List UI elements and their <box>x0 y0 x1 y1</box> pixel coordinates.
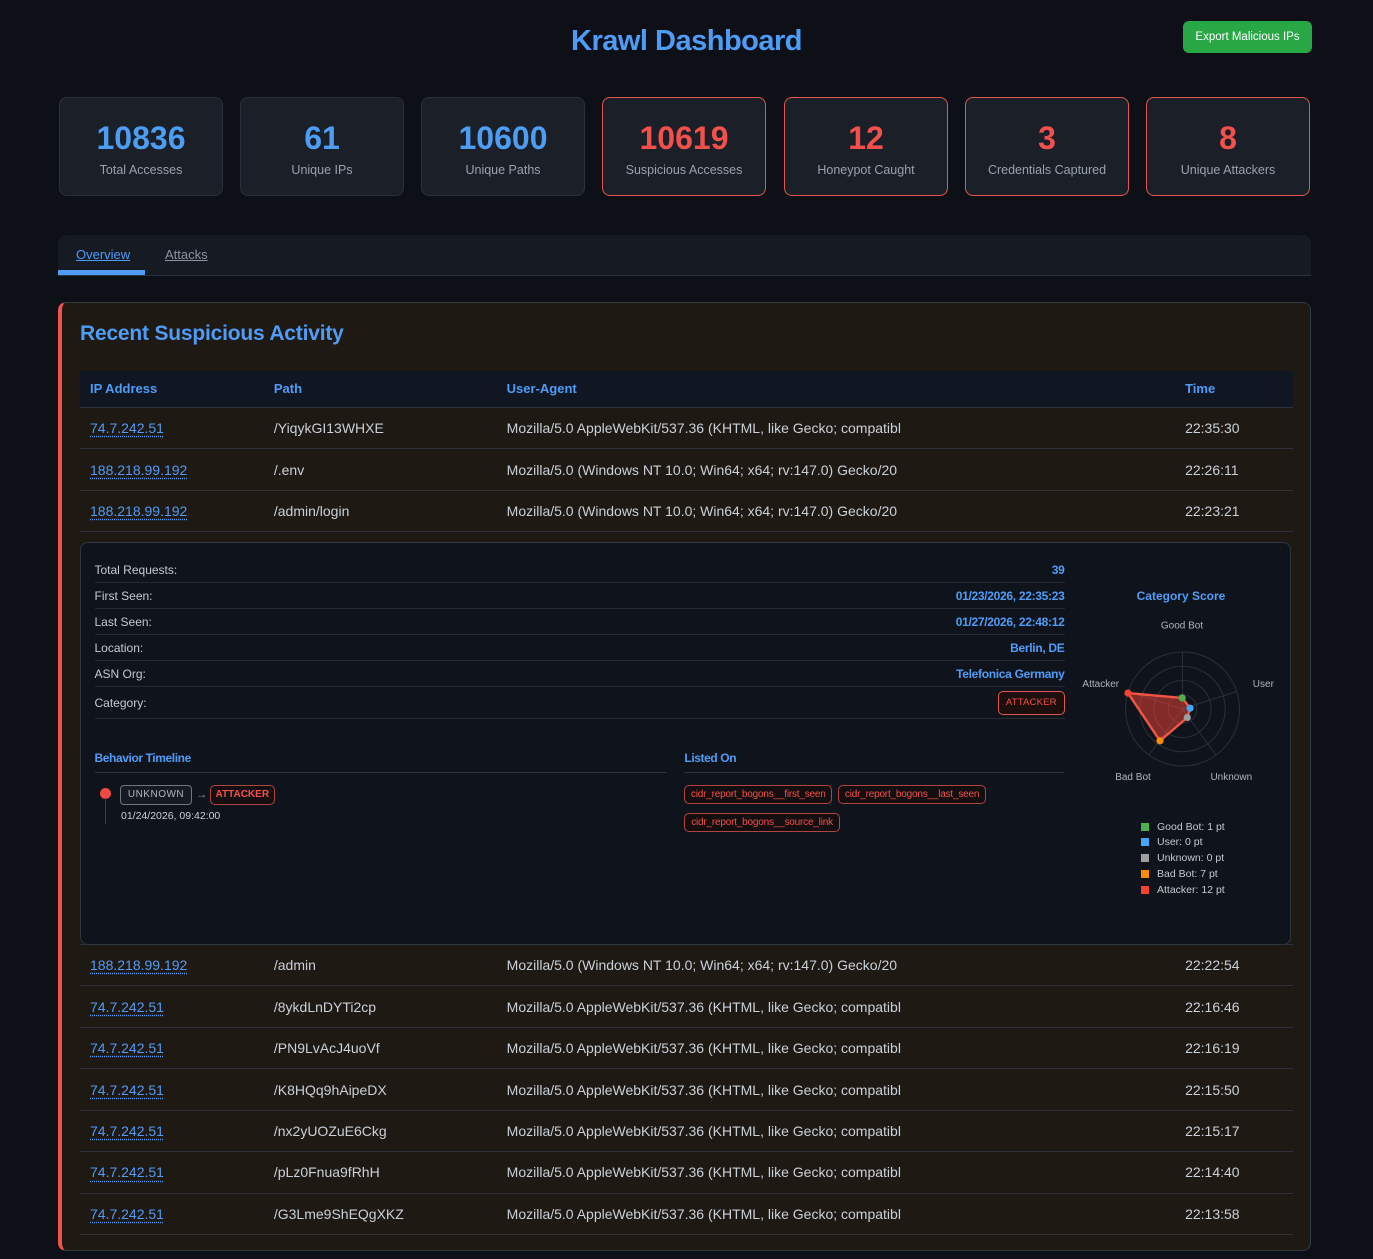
svg-text:Good Bot: Good Bot <box>1160 621 1202 632</box>
svg-text:User: User <box>1252 679 1274 690</box>
svg-text:Attacker: Attacker <box>1082 679 1119 690</box>
svg-text:Unknown: Unknown <box>1210 772 1252 783</box>
svg-text:Bad Bot: Bad Bot <box>1115 772 1151 783</box>
